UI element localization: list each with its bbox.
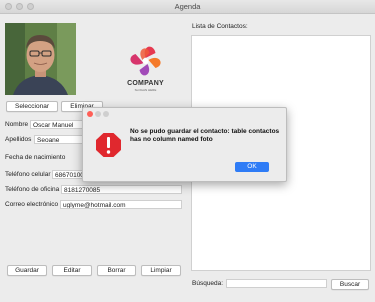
window-title: Agenda <box>174 2 201 11</box>
edit-button[interactable]: Editar <box>52 265 92 276</box>
dialog-close-icon[interactable] <box>87 111 93 117</box>
nombre-label: Nombre <box>5 121 29 128</box>
search-label: Búsqueda: <box>192 280 224 287</box>
error-message: No se pudo guardar el contacto: table co… <box>130 128 280 143</box>
oficina-label: Teléfono de oficina <box>5 186 60 193</box>
company-logo: COMPANY SLOGAN HERE <box>123 42 168 98</box>
dialog-minimize-icon <box>95 111 101 117</box>
delete-button[interactable]: Borrar <box>97 265 136 276</box>
celular-label: Teléfono celular <box>5 171 51 178</box>
company-logo-text: COMPANY <box>127 80 164 87</box>
nombre-field[interactable]: Oscar Manuel <box>30 120 90 129</box>
contact-photo <box>5 23 76 95</box>
search-input[interactable] <box>226 279 327 288</box>
apellidos-label: Apellidos <box>5 136 32 143</box>
contacts-list-label: Lista de Contactos: <box>192 23 248 30</box>
search-button[interactable]: Buscar <box>331 279 369 290</box>
error-stop-icon <box>96 133 121 157</box>
correo-label: Correo electrónico <box>5 201 59 208</box>
agenda-window: Agenda COMPANY SLOGAN HERE Seleccionar N… <box>0 0 375 302</box>
ok-button[interactable]: OK <box>235 162 269 172</box>
fecha-nacimiento-label: Fecha de nacimiento <box>5 154 66 161</box>
dialog-zoom-icon <box>103 111 109 117</box>
select-photo-button[interactable]: Seleccionar <box>6 101 58 112</box>
title-bar: Agenda <box>0 0 375 14</box>
save-button[interactable]: Guardar <box>7 265 47 276</box>
error-dialog: No se pudo guardar el contacto: table co… <box>82 107 287 182</box>
company-logo-slogan: SLOGAN HERE <box>134 88 157 92</box>
clear-button[interactable]: Limpiar <box>141 265 181 276</box>
correo-field[interactable]: uglyme@hotmail.com <box>60 200 182 209</box>
oficina-field[interactable]: 8181270085 <box>61 185 182 194</box>
